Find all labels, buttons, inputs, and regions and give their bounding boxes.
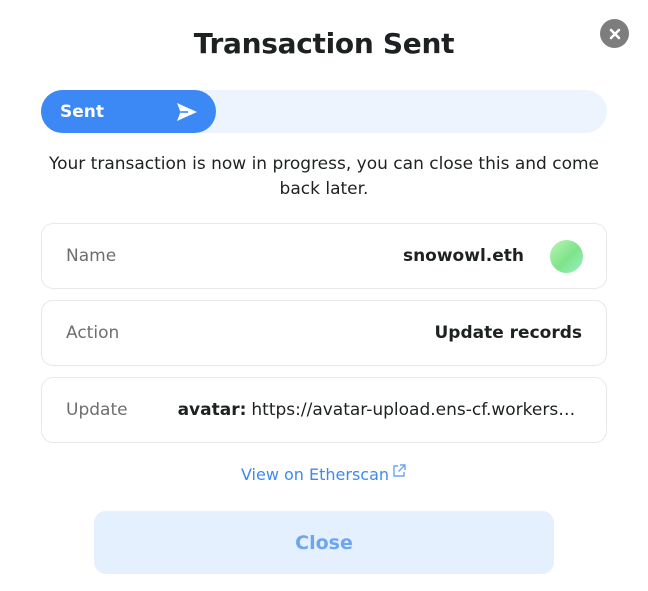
update-value: https://avatar-upload.ens-cf.workers.... [251, 400, 578, 420]
progress-bar: Sent [41, 90, 607, 133]
name-value-wrap: snowowl.eth [402, 239, 583, 273]
name-value: snowowl.eth [402, 246, 524, 266]
progress-label: Sent [60, 101, 105, 122]
close-button[interactable]: Close [94, 511, 554, 574]
paper-plane-icon [177, 102, 197, 121]
update-label: Update [66, 400, 128, 420]
status-message: Your transaction is now in progress, you… [48, 154, 600, 199]
progress-fill: Sent [41, 90, 216, 133]
update-key: avatar: [177, 400, 247, 420]
dialog-title: Transaction Sent [193, 27, 455, 60]
action-value: Update records [434, 323, 582, 343]
etherscan-link-label: View on Etherscan [240, 465, 390, 484]
avatar [550, 239, 583, 273]
update-value-wrap: avatar: https://avatar-upload.ens-cf.work… [178, 400, 578, 420]
name-label: Name [66, 246, 117, 266]
transaction-dialog: Transaction Sent Sent Your transaction i… [0, 0, 648, 591]
external-link-icon [393, 464, 406, 477]
action-row: Action Update records [41, 300, 607, 366]
name-row: Name snowowl.eth [41, 223, 607, 289]
update-row: Update avatar: https://avatar-upload.ens-… [41, 377, 607, 443]
action-label: Action [66, 323, 120, 343]
view-on-etherscan-link[interactable]: View on Etherscan [0, 464, 648, 484]
